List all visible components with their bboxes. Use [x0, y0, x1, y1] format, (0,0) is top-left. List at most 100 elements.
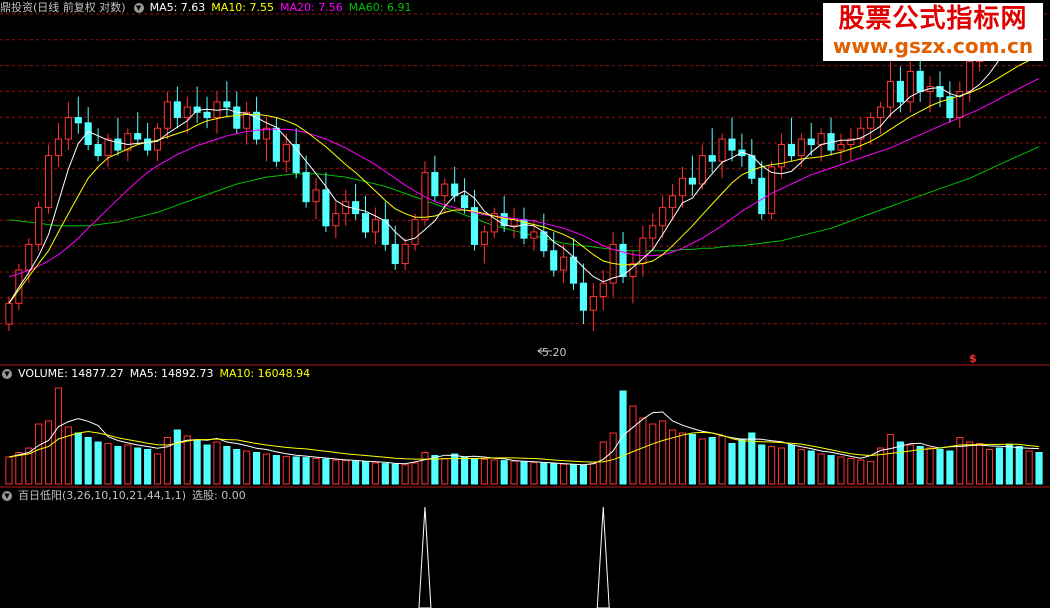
candle-body [361, 213, 370, 233]
candle-body [678, 177, 687, 197]
candle-body [451, 183, 459, 197]
candle-body [352, 201, 360, 215]
volume-bar [253, 452, 261, 485]
volume-bar [45, 420, 53, 485]
candle-body [223, 101, 231, 108]
volume-bar [74, 432, 82, 485]
candle-body [104, 138, 112, 157]
candle-body [599, 282, 607, 298]
candle-body [441, 183, 449, 197]
volume-bar [292, 456, 300, 485]
volume-bar [569, 464, 578, 485]
candle-body [550, 250, 558, 271]
candle-body [391, 243, 399, 265]
volume-legend: ▼ VOLUME: 14877.27 MA5: 14892.73 MA10: 1604… [0, 367, 316, 381]
volume-bar [332, 459, 340, 485]
volume-bar [352, 460, 360, 485]
volume-bar [490, 459, 498, 485]
volume-bar [827, 455, 835, 485]
volume-bar [738, 438, 746, 485]
watermark-title: 股票公式指标网 [838, 4, 1028, 34]
volume-bar [243, 450, 251, 485]
volume-settings-icon[interactable]: ▼ [2, 369, 12, 379]
candle-body [877, 106, 885, 119]
candle-body [718, 138, 726, 162]
volume-bar [718, 435, 726, 485]
volume-bar [1015, 446, 1023, 485]
candle-body [817, 133, 825, 146]
volume-bar [461, 456, 469, 485]
settings-circle-icon[interactable]: ▼ [133, 3, 144, 13]
candle-body [669, 195, 677, 209]
signal-value: 选股: 0.00 [192, 489, 246, 502]
signal-layer [418, 506, 610, 608]
candle-body [163, 101, 171, 129]
candle-body [569, 256, 578, 284]
candle-body [461, 195, 469, 209]
watermark-url: www.gszx.com.cn [832, 34, 1034, 58]
ma60-legend: MA60: 6.91 [348, 1, 412, 14]
volume-bar [847, 458, 855, 485]
volume-bar [272, 455, 280, 485]
volume-bar [15, 452, 23, 485]
volume-bar [728, 443, 736, 485]
signal-spike [596, 506, 610, 608]
ma10-legend: MA10: 7.55 [211, 1, 275, 14]
volume-bar [936, 449, 944, 485]
kline-chart[interactable] [0, 0, 1050, 608]
volume-bar [223, 446, 231, 485]
volume-bar [470, 458, 479, 485]
volume-bar [857, 459, 865, 485]
volume-bar [777, 447, 786, 485]
volume-bar [619, 390, 627, 485]
volume-ma10-legend: MA10: 16048.94 [219, 367, 311, 380]
volume-bar [510, 460, 518, 485]
volume-bar [480, 458, 488, 485]
candle-body [371, 219, 379, 233]
candle-body [659, 207, 667, 227]
signal-settings-icon[interactable]: ▼ [2, 491, 12, 501]
candle-body [649, 225, 657, 239]
volume-bar [758, 444, 766, 485]
volume-bar [520, 461, 528, 485]
volume-bar [1035, 452, 1043, 485]
candle-body [916, 70, 924, 93]
price-legend: 鼎投资(日线 前复权 对数) ▼ MA5: 7.63 MA10: 7.55 MA20: … [0, 1, 417, 15]
candle-body [114, 138, 122, 151]
volume-bar [342, 460, 350, 485]
volume-bar [1025, 450, 1033, 485]
candle-body [74, 117, 82, 124]
volume-bar [411, 462, 419, 485]
ma-line-layer [8, 35, 1040, 304]
signal-indicator-name: 百日低阳(3,26,10,10,21,44,1,1) [18, 489, 187, 502]
candle-body [25, 243, 33, 271]
signal-legend: ▼ 百日低阳(3,26,10,10,21,44,1,1) 选股: 0.00 [0, 489, 252, 503]
volume-bar [877, 447, 885, 485]
volume-ma-layer [8, 411, 1040, 466]
volume-bar [560, 463, 568, 485]
volume-bar [926, 447, 934, 485]
volume-bar [837, 456, 845, 485]
candle-body [282, 144, 290, 162]
volume-bar [659, 420, 667, 485]
volume-bar [768, 446, 776, 485]
volume-bar [946, 450, 954, 485]
candle-body [966, 61, 974, 93]
candle-body [748, 155, 756, 179]
candle-body [203, 111, 211, 119]
candle-body [886, 80, 895, 108]
candle-body [688, 177, 696, 185]
candle-body [183, 106, 191, 119]
candle-body [768, 166, 776, 215]
candle-body [45, 155, 53, 209]
volume-bar [124, 444, 132, 485]
volume-bar [748, 432, 756, 485]
volume-bar [193, 440, 201, 485]
volume-bar [282, 455, 290, 485]
volume-bar [995, 447, 1003, 485]
low-price-label: 5.20 [542, 346, 567, 359]
watermark-logo: 股票公式指标网 www.gszx.com.cn [823, 3, 1043, 61]
volume-bar [153, 453, 162, 485]
volume-bar [183, 435, 191, 485]
volume-bar [322, 458, 330, 485]
